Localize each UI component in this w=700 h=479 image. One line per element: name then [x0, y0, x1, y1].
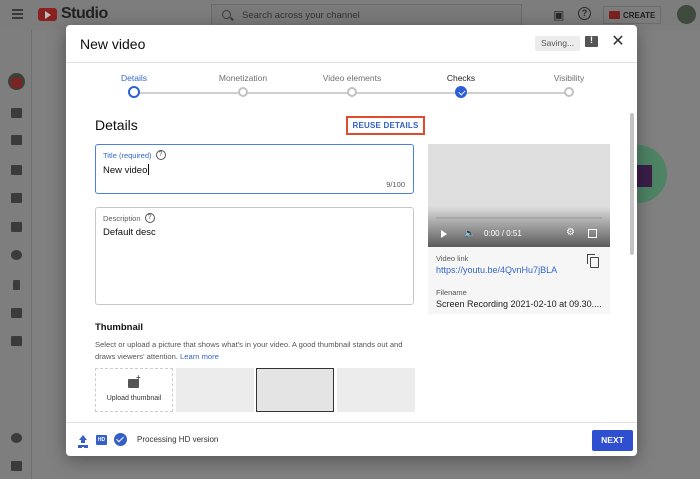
title-label-text: Title (required) — [103, 150, 152, 160]
description-input[interactable]: Default desc — [103, 227, 156, 238]
analytics-icon[interactable] — [11, 165, 22, 175]
upload-thumbnail-label: Upload thumbnail — [106, 395, 162, 402]
seek-bar[interactable] — [436, 217, 602, 219]
step-connector — [352, 92, 461, 94]
check-circle-icon[interactable] — [114, 433, 127, 446]
footer-divider — [66, 422, 637, 423]
dialog-title: New video — [80, 36, 146, 52]
side-nav — [0, 30, 32, 479]
processing-status: Processing HD version — [137, 435, 219, 444]
section-heading: Details — [95, 117, 138, 133]
messages-icon[interactable]: ▣ — [553, 8, 564, 22]
upload-dialog: New video Saving... ✕ Details Monetizati… — [66, 25, 637, 456]
step-connector — [243, 92, 352, 94]
copyright-icon[interactable] — [11, 250, 22, 260]
content-icon[interactable] — [11, 108, 22, 118]
description-field-label: Description ? — [103, 213, 155, 223]
text-cursor — [148, 164, 150, 175]
monetization-icon[interactable] — [13, 280, 20, 290]
subtitles-icon[interactable] — [11, 222, 22, 232]
hd-icon[interactable]: HD — [96, 435, 107, 445]
upload-status-icon-base — [78, 445, 88, 447]
step-details-dot[interactable] — [128, 86, 140, 98]
step-monetization-dot[interactable] — [238, 87, 248, 97]
search-icon — [222, 10, 231, 19]
player-controls-bar — [428, 206, 610, 247]
dashboard-icon[interactable] — [11, 78, 22, 88]
step-checks-check-icon[interactable] — [455, 86, 467, 98]
audio-library-icon[interactable] — [11, 336, 22, 346]
step-video-elements-label[interactable]: Video elements — [323, 73, 381, 83]
brand-label: Studio — [61, 5, 108, 22]
thumbnail-option[interactable] — [337, 368, 415, 412]
video-player[interactable]: 🔈 0:00 / 0:51 ⚙ — [428, 144, 610, 247]
reuse-details-button[interactable]: REUSE DETAILS — [346, 116, 425, 135]
scrollbar[interactable] — [630, 113, 634, 255]
help-icon[interactable]: ? — [144, 213, 155, 223]
step-connector — [134, 92, 243, 94]
feedback-icon[interactable] — [585, 35, 598, 47]
thumbnail-option-selected[interactable] — [256, 368, 334, 412]
search-input[interactable]: Search across your channel — [211, 4, 522, 26]
step-visibility-label[interactable]: Visibility — [554, 73, 585, 83]
copy-icon[interactable] — [587, 254, 599, 268]
playlists-icon[interactable] — [11, 135, 22, 145]
thumbnail-option[interactable] — [176, 368, 254, 412]
header-divider — [66, 62, 637, 63]
learn-more-link[interactable]: Learn more — [180, 352, 219, 361]
filename-value: Screen Recording 2021-02-10 at 09.30.... — [436, 299, 602, 309]
feedback-nav-icon[interactable] — [11, 461, 22, 471]
play-icon[interactable] — [441, 230, 447, 238]
search-placeholder: Search across your channel — [242, 10, 360, 21]
step-details-label[interactable]: Details — [121, 73, 147, 83]
step-monetization-label[interactable]: Monetization — [219, 73, 267, 83]
video-preview-card: 🔈 0:00 / 0:51 ⚙ Video link https://youtu… — [428, 144, 610, 314]
menu-icon[interactable] — [12, 9, 23, 19]
title-field[interactable]: Title (required) ? New video 9/100 — [95, 144, 414, 194]
step-visibility-dot[interactable] — [564, 87, 574, 97]
comments-icon[interactable] — [11, 193, 22, 203]
thumbnail-text: Select or upload a picture that shows wh… — [95, 340, 403, 361]
close-icon[interactable]: ✕ — [609, 33, 627, 51]
fullscreen-icon[interactable] — [588, 229, 597, 238]
title-input[interactable]: New video — [103, 164, 150, 176]
title-char-count: 9/100 — [386, 180, 405, 189]
video-link[interactable]: https://youtu.be/4QvnHu7jBLA — [436, 265, 557, 275]
upload-thumbnail-button[interactable]: Upload thumbnail — [95, 368, 173, 412]
step-video-elements-dot[interactable] — [347, 87, 357, 97]
help-icon[interactable]: ? — [578, 7, 591, 20]
thumbnail-description: Select or upload a picture that shows wh… — [95, 339, 415, 363]
gear-icon[interactable]: ⚙ — [566, 228, 575, 238]
volume-icon[interactable]: 🔈 — [464, 229, 475, 238]
video-link-label: Video link — [436, 254, 469, 263]
title-field-label: Title (required) ? — [103, 150, 166, 160]
next-button[interactable]: NEXT — [592, 430, 633, 451]
add-photo-icon — [128, 373, 141, 388]
account-avatar[interactable] — [677, 5, 696, 24]
settings-icon[interactable] — [11, 433, 22, 443]
video-camera-icon — [609, 11, 620, 19]
step-connector — [461, 92, 569, 94]
help-icon[interactable]: ? — [155, 150, 166, 160]
create-label: CREATE — [623, 10, 656, 20]
playback-time: 0:00 / 0:51 — [484, 229, 522, 238]
create-button[interactable]: CREATE — [603, 6, 661, 24]
filename-label: Filename — [436, 288, 467, 297]
step-checks-label[interactable]: Checks — [447, 73, 475, 83]
description-label-text: Description — [103, 213, 141, 223]
customization-icon[interactable] — [11, 308, 22, 318]
saving-status: Saving... — [535, 36, 581, 51]
description-field[interactable]: Description ? Default desc — [95, 207, 414, 305]
thumbnail-heading: Thumbnail — [95, 322, 144, 333]
title-value: New video — [103, 165, 148, 176]
youtube-logo-icon[interactable] — [38, 8, 57, 21]
